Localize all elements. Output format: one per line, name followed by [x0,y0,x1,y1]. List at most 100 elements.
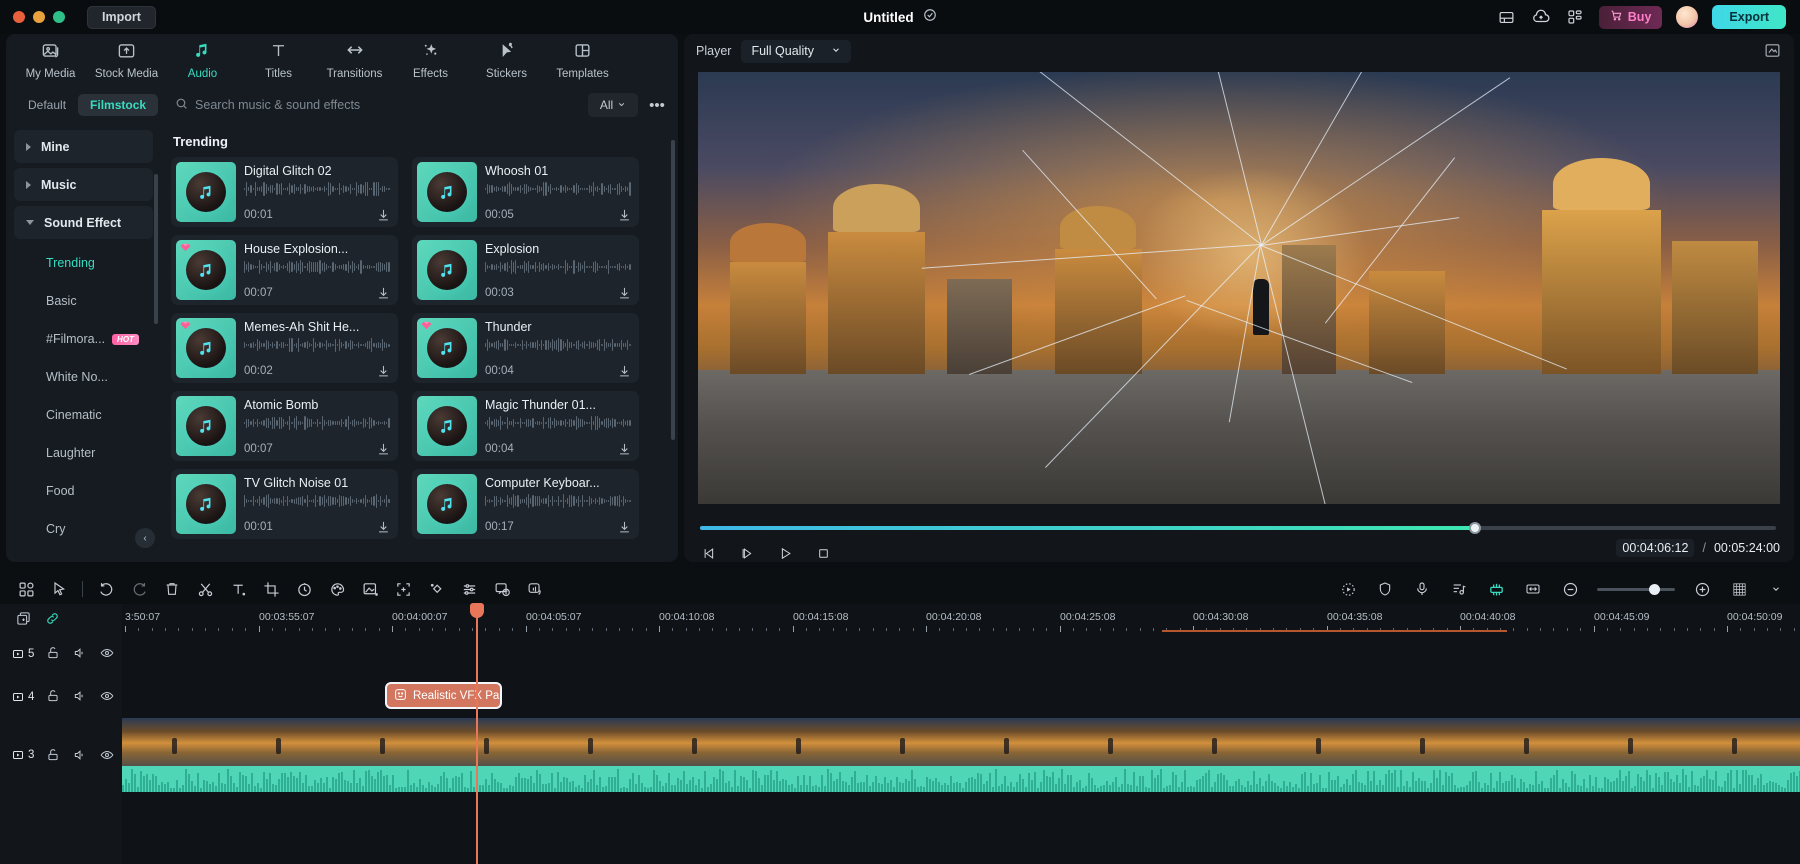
category-item-cry[interactable]: Cry [14,510,153,548]
list-item[interactable]: Thunder 00:04 [412,313,639,383]
stop-button[interactable] [812,542,834,562]
zoom-slider[interactable] [1597,588,1675,591]
previous-frame-button[interactable] [698,542,720,562]
download-icon[interactable] [376,364,391,379]
layout-icon[interactable] [1497,7,1517,27]
tab-filmstock[interactable]: Filmstock [78,94,158,116]
zoom-slider-handle[interactable] [1649,584,1660,595]
zoom-in-icon[interactable] [1692,579,1712,599]
track-row-4[interactable]: Realistic VFX Pa [122,675,1800,718]
download-icon[interactable] [376,442,391,457]
unlock-icon[interactable] [46,646,61,661]
download-icon[interactable] [376,520,391,535]
category-item-basic[interactable]: Basic [14,282,153,320]
export-button[interactable]: Export [1712,5,1786,29]
quality-select[interactable]: Full Quality [741,40,851,63]
redo-icon[interactable] [129,579,149,599]
speaker-icon[interactable] [73,646,88,661]
more-options-button[interactable]: ••• [646,94,668,116]
maximize-window-button[interactable] [53,11,65,23]
mask-tool-icon[interactable] [360,579,380,599]
select-cursor-icon[interactable] [49,579,69,599]
track-header-4[interactable]: 4 [0,675,122,718]
list-item[interactable]: TV Glitch Noise 01 00:01 [171,469,398,539]
next-frame-button[interactable] [736,542,758,562]
collapse-sidebar-button[interactable]: ‹ [135,528,155,548]
clip-realistic-vfx[interactable]: Realistic VFX Pa [385,682,502,709]
avatar[interactable] [1676,6,1698,28]
category-scrollbar[interactable] [154,174,158,324]
microphone-icon[interactable] [1412,579,1432,599]
sidebar-item-effects[interactable]: Effects [394,35,467,85]
list-item[interactable]: Memes-Ah Shit He... 00:02 [171,313,398,383]
download-icon[interactable] [617,208,632,223]
audio-mixer-icon[interactable] [459,579,479,599]
audio-list-icon[interactable] [1449,579,1469,599]
download-icon[interactable] [617,364,632,379]
category-item-food[interactable]: Food [14,472,153,510]
link-chain-icon[interactable] [45,611,60,626]
list-item[interactable]: House Explosion... 00:07 [171,235,398,305]
crop-tool-icon[interactable] [261,579,281,599]
play-button[interactable] [774,542,796,562]
chevron-down-icon[interactable] [1766,579,1786,599]
speed-tool-icon[interactable] [294,579,314,599]
import-button[interactable]: Import [87,6,156,29]
eye-icon[interactable] [100,646,115,661]
audio-detach-icon[interactable] [525,579,545,599]
category-item-cinematic[interactable]: Cinematic [14,396,153,434]
list-item[interactable]: Whoosh 01 00:05 [412,157,639,227]
undo-icon[interactable] [96,579,116,599]
list-item[interactable]: Magic Thunder 01... 00:04 [412,391,639,461]
category-group-mine[interactable]: Mine [14,130,153,163]
track-row-3[interactable] [122,718,1800,792]
grid-view-icon[interactable] [16,579,36,599]
buy-button[interactable]: Buy [1599,6,1663,29]
color-palette-icon[interactable] [327,579,347,599]
video-preview-canvas[interactable] [698,72,1780,504]
cloud-upload-icon[interactable] [1531,7,1551,27]
category-item-trending[interactable]: Trending [14,244,153,282]
auto-caption-icon[interactable] [492,579,512,599]
track-header-5[interactable]: 5 [0,632,122,675]
category-item-filmora[interactable]: #Filmora... HOT [14,320,153,358]
track-manager-icon[interactable] [1729,579,1749,599]
list-item[interactable]: Computer Keyboar... 00:17 [412,469,639,539]
minimize-window-button[interactable] [33,11,45,23]
shield-icon[interactable] [1375,579,1395,599]
search-input[interactable]: Search music & sound effects [166,92,580,118]
playhead[interactable] [476,604,478,864]
sidebar-item-titles[interactable]: Titles [242,35,315,85]
list-item[interactable]: Explosion 00:03 [412,235,639,305]
ai-frame-icon[interactable] [393,579,413,599]
track-header-3[interactable]: 3 [0,718,122,792]
eye-icon[interactable] [100,748,115,763]
unlock-icon[interactable] [46,748,61,763]
marker-icon[interactable] [1486,579,1506,599]
zoom-out-icon[interactable] [1560,579,1580,599]
category-item-white-noise[interactable]: White No... [14,358,153,396]
delete-trash-icon[interactable] [162,579,182,599]
category-group-sound-effect[interactable]: Sound Effect [14,206,153,239]
player-scrubber[interactable] [700,520,1776,536]
timeline-ruler[interactable]: 3:50:0700:03:55:0700:04:00:0700:04:05:07… [122,604,1800,632]
speaker-icon[interactable] [73,689,88,704]
fit-width-icon[interactable] [1523,579,1543,599]
filter-all-dropdown[interactable]: All [588,93,638,117]
list-scrollbar[interactable] [671,140,675,440]
sidebar-item-templates[interactable]: Templates [546,35,619,85]
list-item[interactable]: Digital Glitch 02 00:01 [171,157,398,227]
sidebar-item-transitions[interactable]: Transitions [318,35,391,85]
category-group-music[interactable]: Music [14,168,153,201]
download-icon[interactable] [617,442,632,457]
track-row-5[interactable] [122,632,1800,675]
sidebar-item-stickers[interactable]: Stickers [470,35,543,85]
scrubber-handle[interactable] [1469,522,1481,534]
download-icon[interactable] [617,520,632,535]
clip-video-main[interactable] [122,718,1800,792]
grid-apps-icon[interactable] [1565,7,1585,27]
unlock-icon[interactable] [46,689,61,704]
sidebar-item-my-media[interactable]: My Media [14,35,87,85]
add-track-icon[interactable] [16,611,31,626]
close-window-button[interactable] [13,11,25,23]
